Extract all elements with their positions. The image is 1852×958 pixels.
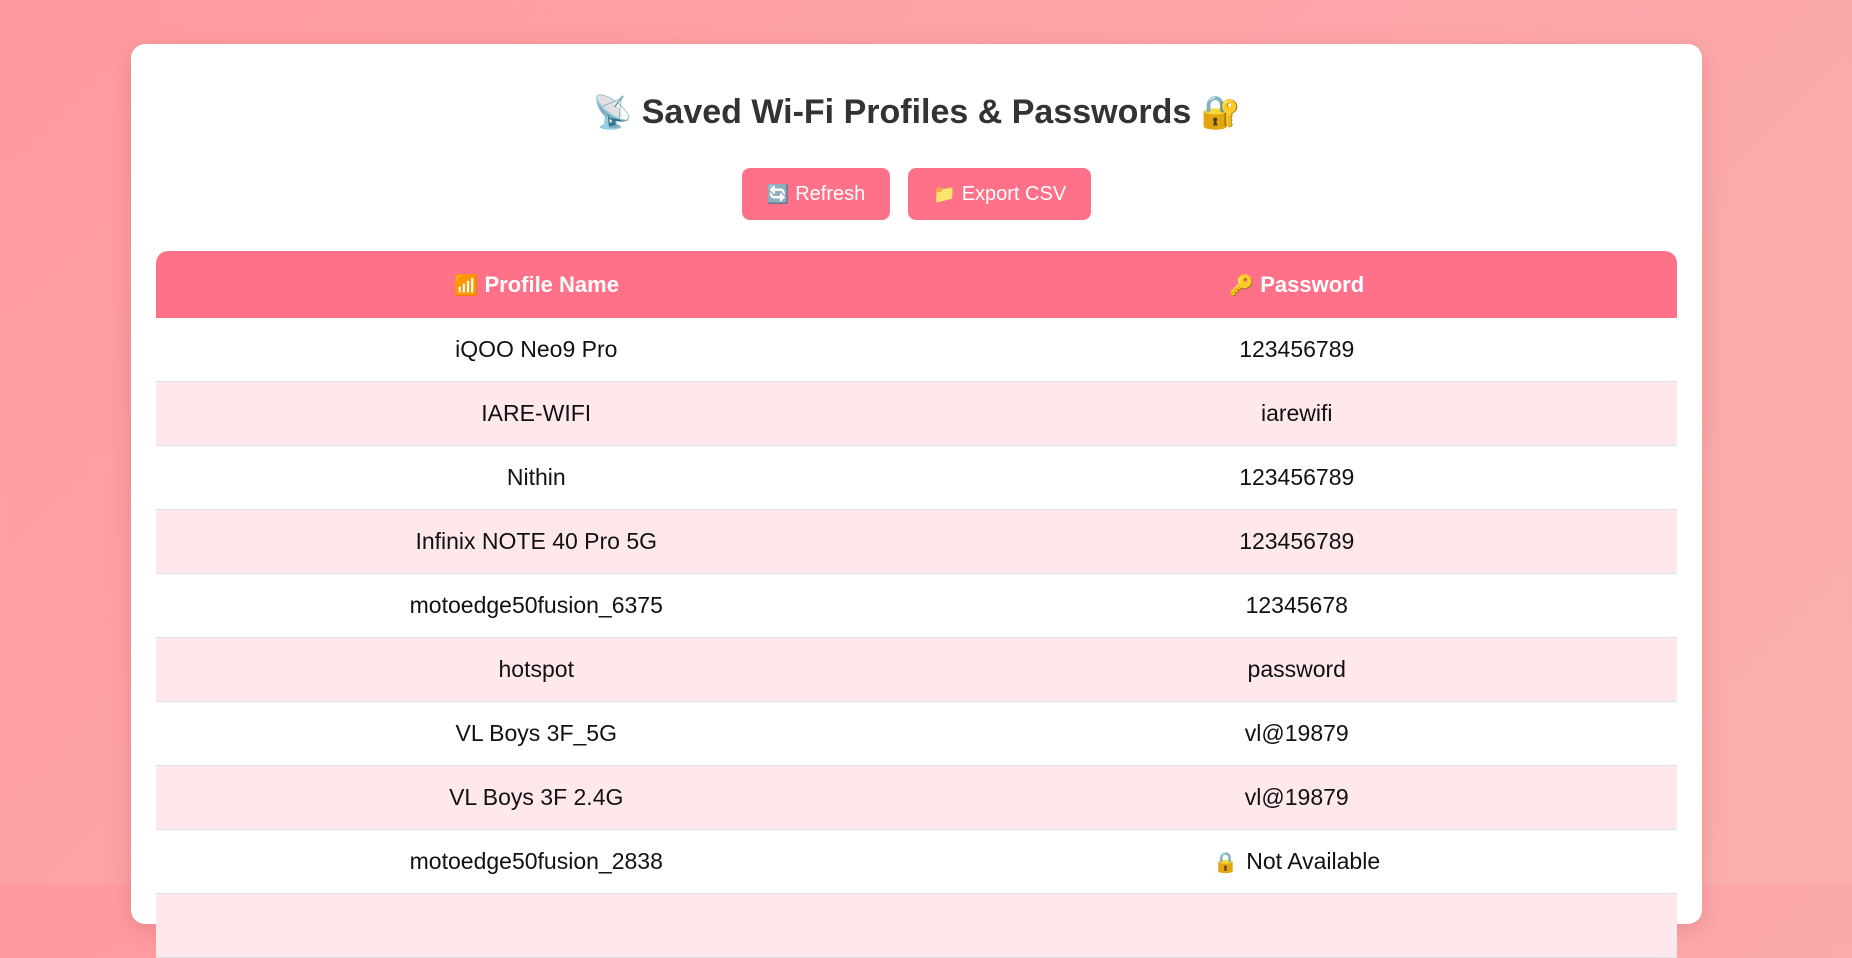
satellite-icon: 📡 bbox=[592, 94, 633, 130]
profile-name-cell: hotspot bbox=[156, 637, 917, 702]
table-row bbox=[156, 893, 1677, 958]
table-row: VL Boys 3F_5G vl@19879 bbox=[156, 701, 1677, 766]
password-cell: iarewifi bbox=[916, 381, 1677, 446]
password-cell: 123456789 bbox=[916, 445, 1677, 510]
profile-name-cell: VL Boys 3F_5G bbox=[156, 701, 917, 766]
column-header-profile-label: Profile Name bbox=[484, 271, 619, 297]
toolbar: 🔄 Refresh 📁 Export CSV bbox=[156, 168, 1677, 220]
password-not-available-text: Not Available bbox=[1246, 848, 1381, 874]
profile-name-cell: Infinix NOTE 40 Pro 5G bbox=[156, 509, 917, 574]
refresh-button-label: Refresh bbox=[795, 182, 866, 205]
password-cell: 123456789 bbox=[916, 509, 1677, 574]
column-header-profile-name: 📶 Profile Name bbox=[156, 251, 917, 318]
page-title-text: Saved Wi-Fi Profiles & Passwords bbox=[641, 93, 1192, 131]
password-cell bbox=[916, 893, 1677, 958]
profile-name-cell: motoedge50fusion_2838 bbox=[156, 829, 917, 894]
export-csv-button-label: Export CSV bbox=[961, 182, 1067, 205]
profile-name-cell: motoedge50fusion_6375 bbox=[156, 573, 917, 638]
column-header-password-label: Password bbox=[1260, 271, 1365, 297]
table-row: iQOO Neo9 Pro 123456789 bbox=[156, 318, 1677, 382]
table-row: Nithin 123456789 bbox=[156, 445, 1677, 510]
table-row: motoedge50fusion_6375 12345678 bbox=[156, 573, 1677, 638]
wifi-profiles-table: 📶 Profile Name 🔑 Password iQOO Neo9 Pro 12… bbox=[156, 251, 1677, 958]
password-cell: 12345678 bbox=[916, 573, 1677, 638]
profile-name-cell: Nithin bbox=[156, 445, 917, 510]
password-cell: 🔒 Not Available bbox=[916, 829, 1677, 894]
column-header-password: 🔑 Password bbox=[916, 251, 1677, 318]
table-row: VL Boys 3F 2.4G vl@19879 bbox=[156, 765, 1677, 830]
signal-bars-icon: 📶 bbox=[453, 274, 479, 297]
password-cell: 123456789 bbox=[916, 318, 1677, 382]
profile-name-cell bbox=[156, 893, 917, 958]
profile-name-cell: IARE-WIFI bbox=[156, 381, 917, 446]
key-icon: 🔑 bbox=[1229, 274, 1255, 297]
table-row: IARE-WIFI iarewifi bbox=[156, 381, 1677, 446]
password-cell: password bbox=[916, 637, 1677, 702]
table-row: Infinix NOTE 40 Pro 5G 123456789 bbox=[156, 509, 1677, 574]
lock-icon: 🔒 bbox=[1213, 852, 1239, 874]
password-cell: vl@19879 bbox=[916, 701, 1677, 766]
refresh-button[interactable]: 🔄 Refresh bbox=[741, 168, 891, 220]
page-title: 📡 Saved Wi-Fi Profiles & Passwords 🔐 bbox=[156, 44, 1677, 162]
profile-name-cell: VL Boys 3F 2.4G bbox=[156, 765, 917, 830]
main-card: 📡 Saved Wi-Fi Profiles & Passwords 🔐 🔄 R… bbox=[131, 44, 1702, 958]
lock-with-key-icon: 🔐 bbox=[1200, 94, 1241, 130]
refresh-icon: 🔄 bbox=[766, 183, 790, 204]
profile-name-cell: iQOO Neo9 Pro bbox=[156, 318, 917, 382]
folder-icon: 📁 bbox=[933, 183, 956, 204]
table-row: motoedge50fusion_2838 🔒 Not Available bbox=[156, 829, 1677, 894]
export-csv-button[interactable]: 📁 Export CSV bbox=[908, 168, 1092, 220]
table-row: hotspot password bbox=[156, 637, 1677, 702]
password-cell: vl@19879 bbox=[916, 765, 1677, 830]
table-header-row: 📶 Profile Name 🔑 Password bbox=[156, 251, 1677, 318]
